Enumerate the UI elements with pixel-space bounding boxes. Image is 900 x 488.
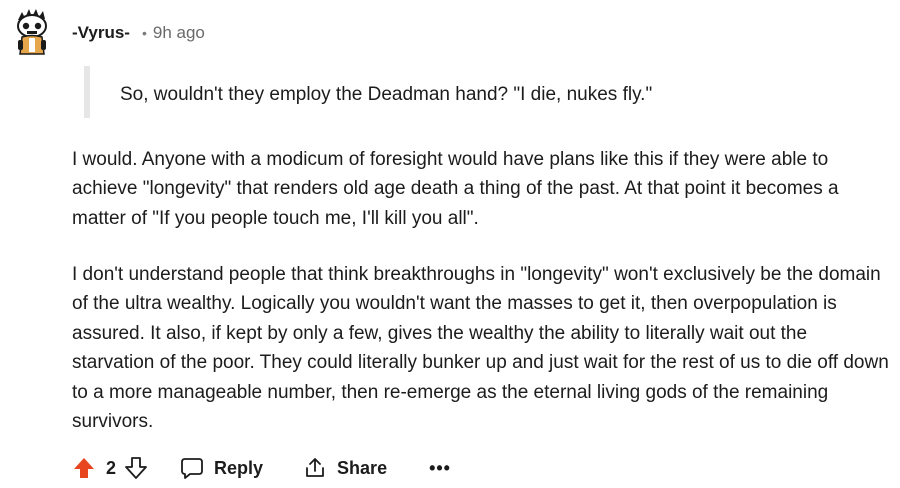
upvote-button[interactable]	[72, 456, 96, 480]
comment-paragraph: I don't understand people that think bre…	[72, 264, 889, 433]
comment-actions: 2 Reply Share •••	[72, 452, 451, 484]
meta-separator: •	[141, 25, 147, 41]
timestamp[interactable]: 9h ago	[153, 23, 205, 43]
more-options-button[interactable]: •••	[429, 458, 451, 479]
avatar[interactable]	[8, 6, 56, 56]
more-options-icon: •••	[429, 457, 451, 478]
author-link[interactable]: -Vyrus-	[72, 23, 130, 43]
comment: -Vyrus- • 9h ago So, wouldn't they emplo…	[0, 0, 900, 488]
vote-count: 2	[106, 457, 117, 478]
snoo-avatar-icon	[17, 9, 47, 55]
share-label: Share	[337, 457, 388, 478]
quote-text: So, wouldn't they employ the Deadman han…	[120, 84, 653, 105]
downvote-button[interactable]	[124, 456, 148, 480]
upvote-arrow-icon	[72, 456, 96, 480]
comment-paragraph: I would. Anyone with a modicum of foresi…	[72, 149, 839, 229]
speech-bubble-icon	[180, 456, 204, 480]
blockquote: So, wouldn't they employ the Deadman han…	[84, 66, 850, 118]
share-button[interactable]: Share	[303, 456, 387, 480]
share-icon	[303, 456, 327, 480]
reply-button[interactable]: Reply	[180, 456, 263, 480]
comment-meta: -Vyrus- • 9h ago	[72, 22, 205, 44]
reply-label: Reply	[214, 457, 264, 478]
downvote-arrow-icon	[124, 456, 148, 480]
